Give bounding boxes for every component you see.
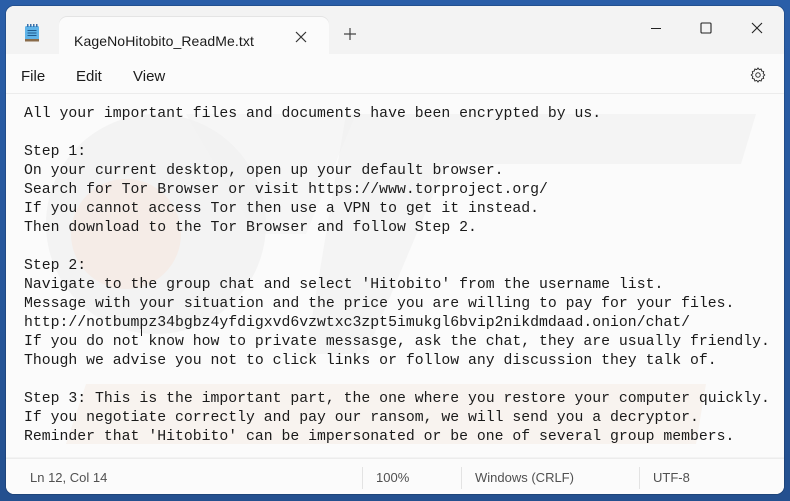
tab-title: KageNoHitobito_ReadMe.txt xyxy=(74,33,254,49)
text-line: Step 3: This is the important part, the … xyxy=(24,391,770,407)
text-line: Step 2: xyxy=(24,258,87,274)
gear-icon[interactable] xyxy=(749,66,767,84)
text-line: Step 1: xyxy=(24,144,87,160)
document-text: All your important files and documents h… xyxy=(24,105,784,447)
status-bar: Ln 12, Col 14 100% Windows (CRLF) UTF-8 xyxy=(6,458,784,494)
text-line: If you do not know how to private messas… xyxy=(24,334,770,350)
status-divider xyxy=(362,467,363,489)
minimize-icon xyxy=(651,27,661,30)
text-line: If you negotiate correctly and pay our r… xyxy=(24,410,699,426)
text-line: Then download to the Tor Browser and fol… xyxy=(24,220,477,236)
notepad-window: KageNoHitobito_ReadMe.txt File Edit View… xyxy=(6,6,784,494)
close-icon xyxy=(751,22,763,34)
plus-icon[interactable] xyxy=(342,26,358,42)
text-line xyxy=(24,371,784,390)
tab-close-icon[interactable] xyxy=(293,29,309,45)
minimize-button[interactable] xyxy=(636,13,676,43)
text-line: Navigate to the group chat and select 'H… xyxy=(24,277,664,293)
text-line xyxy=(24,238,784,257)
maximize-icon xyxy=(700,22,712,34)
text-caret xyxy=(141,319,142,336)
menu-view[interactable]: View xyxy=(133,68,165,85)
menu-bar: File Edit View xyxy=(6,54,784,94)
text-line: Search for Tor Browser or visit https://… xyxy=(24,182,548,198)
text-line: If you cannot access Tor then use a VPN … xyxy=(24,201,540,217)
menu-edit[interactable]: Edit xyxy=(76,68,102,85)
text-line: Though we advise you not to click links … xyxy=(24,353,717,369)
line-ending[interactable]: Windows (CRLF) xyxy=(475,470,574,485)
menu-file[interactable]: File xyxy=(21,68,45,85)
text-line: Message with your situation and the pric… xyxy=(24,296,735,312)
maximize-button[interactable] xyxy=(686,13,726,43)
text-line xyxy=(24,124,784,143)
close-window-button[interactable] xyxy=(737,13,777,43)
cursor-position: Ln 12, Col 14 xyxy=(30,470,108,485)
status-divider xyxy=(461,467,462,489)
status-divider xyxy=(639,467,640,489)
encoding[interactable]: UTF-8 xyxy=(653,470,690,485)
zoom-level[interactable]: 100% xyxy=(376,470,409,485)
notepad-icon xyxy=(25,24,39,42)
text-line: Reminder that 'Hitobito' can be imperson… xyxy=(24,429,735,445)
text-editor[interactable]: All your important files and documents h… xyxy=(6,94,784,457)
tab-readme[interactable]: KageNoHitobito_ReadMe.txt xyxy=(59,17,329,55)
text-line: http://notbumpz34bgbz4yfdigxvd6vzwtxc3zp… xyxy=(24,315,690,331)
title-bar: KageNoHitobito_ReadMe.txt xyxy=(6,6,784,55)
text-line: All your important files and documents h… xyxy=(24,106,602,122)
text-line: On your current desktop, open up your de… xyxy=(24,163,504,179)
